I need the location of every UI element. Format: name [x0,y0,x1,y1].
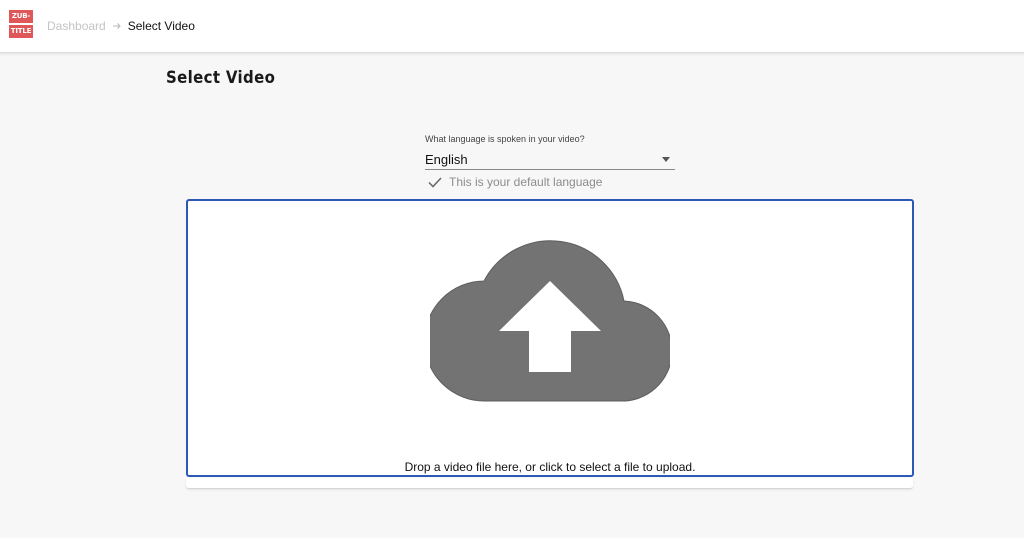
top-bar: ZUB- TITLE Dashboard Select Video [0,0,1024,53]
logo-line-2: TITLE [9,25,33,38]
page-title: Select Video [166,68,276,88]
language-select-value: English [425,152,468,167]
dropzone-instructions: Drop a video file here, or click to sele… [404,460,696,474]
logo-line-1: ZUB- [9,10,33,23]
breadcrumb: Dashboard Select Video [47,18,195,34]
arrow-right-icon [112,23,121,29]
app-logo[interactable]: ZUB- TITLE [9,8,33,40]
default-language-text: This is your default language [449,175,603,189]
language-label: What language is spoken in your video? [425,134,585,144]
breadcrumb-current: Select Video [127,19,195,33]
language-field: What language is spoken in your video? E… [425,133,675,191]
dropzone-footer [186,478,913,489]
breadcrumb-dashboard-link[interactable]: Dashboard [47,19,106,33]
chevron-down-icon [662,157,670,162]
video-dropzone[interactable]: Drop a video file here, or click to sele… [186,199,914,477]
cloud-upload-icon [430,240,670,402]
language-select[interactable]: English [425,151,675,170]
check-icon [428,177,442,188]
default-language-note: This is your default language [425,173,675,191]
